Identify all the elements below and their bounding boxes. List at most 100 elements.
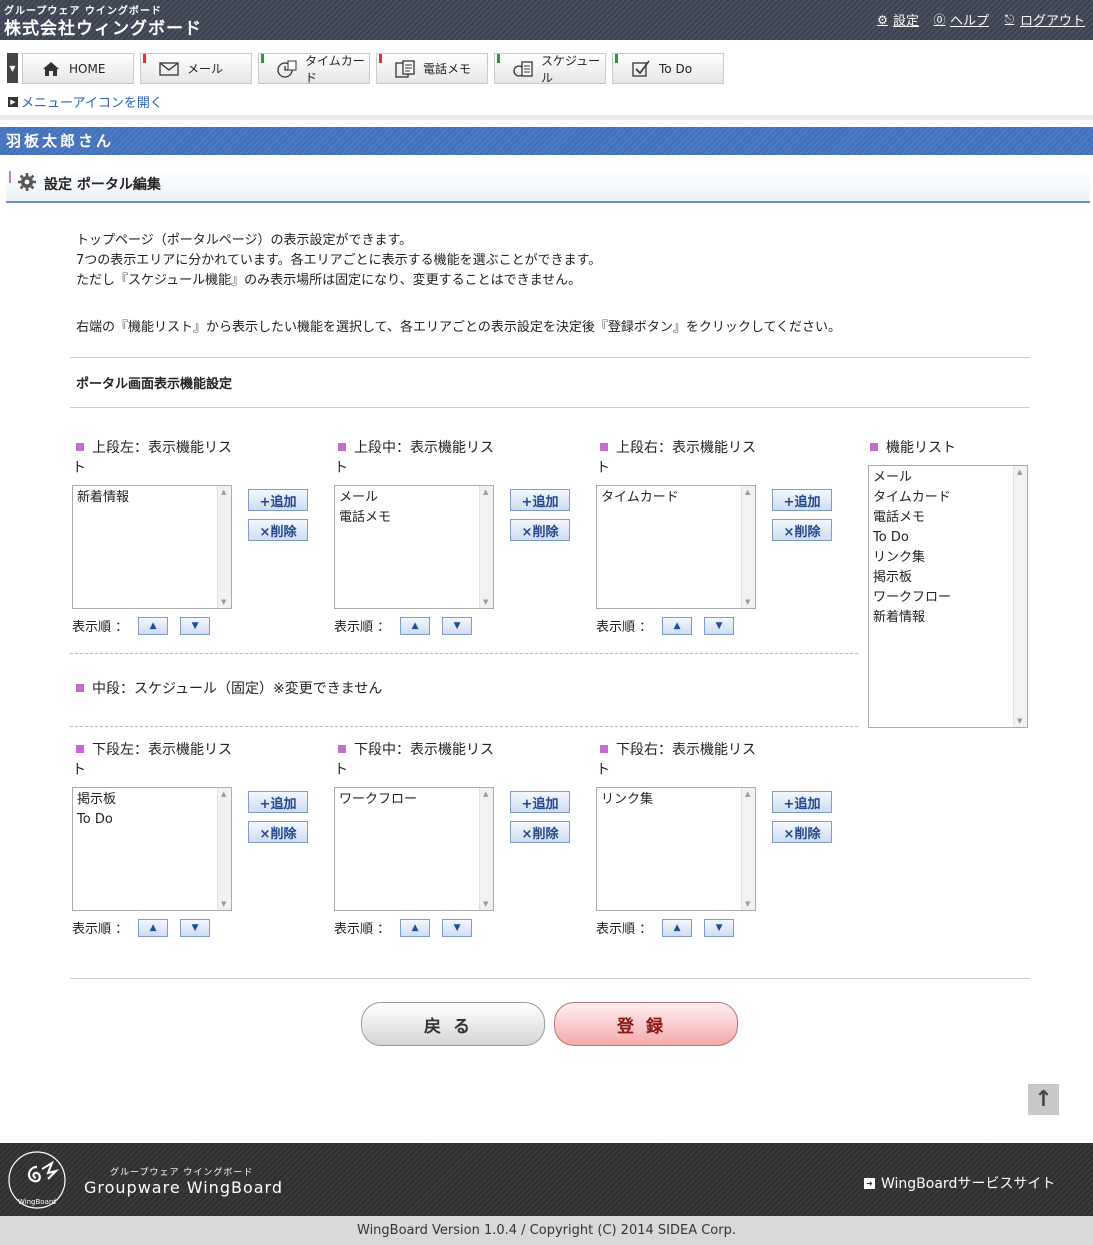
list-item[interactable]: 新着情報 (77, 488, 227, 508)
list-item[interactable]: メール (339, 488, 489, 508)
timecard-icon (277, 60, 297, 78)
function-list-item[interactable]: 掲示板 (873, 568, 1023, 588)
function-list-item[interactable]: ワークフロー (873, 588, 1023, 608)
area-lower-left: 下段左：表示機能リスト 掲示板 To Do ▲ ▼ +追加 ×削除 表示順 ： ▲… (72, 740, 308, 937)
lower-left-add-button[interactable]: +追加 (248, 791, 308, 813)
function-list-items: メール タイムカード 電話メモ To Do リンク集 掲示板 ワークフロー 新着… (869, 466, 1027, 630)
lower-left-list[interactable]: 掲示板 To Do ▲ ▼ (72, 787, 232, 911)
order-up-button[interactable]: ▲ (400, 616, 431, 635)
scrollbar[interactable]: ▲ ▼ (1013, 466, 1027, 727)
todo-status-mark (615, 54, 618, 63)
area-label-text: 上段右：表示機能リスト (596, 440, 756, 476)
scroll-down-icon: ▼ (221, 900, 227, 908)
upper-left-list[interactable]: 新着情報 ▲ ▼ (72, 485, 232, 609)
scroll-down-icon: ▼ (745, 900, 751, 908)
todo-button[interactable]: To Do (612, 53, 724, 84)
scroll-to-top-button[interactable]: ↑ (1028, 1084, 1059, 1115)
mail-button[interactable]: メール (140, 53, 252, 84)
phone-memo-status-mark (379, 54, 382, 63)
area-label-text: 上段中：表示機能リスト (334, 440, 494, 476)
scrollbar[interactable]: ▲ ▼ (741, 486, 755, 608)
logout-link[interactable]: ⎋ ログアウト (1003, 10, 1085, 29)
timecard-button[interactable]: タイムカード (258, 53, 370, 85)
function-list-item[interactable]: タイムカード (873, 488, 1023, 508)
scroll-down-icon: ▼ (483, 598, 489, 606)
submit-button[interactable]: 登録 (554, 1002, 738, 1046)
upper-center-list[interactable]: メール 電話メモ ▲ ▼ (334, 485, 494, 609)
order-up-button[interactable]: ▲ (138, 918, 169, 937)
function-list-item[interactable]: To Do (873, 528, 1023, 548)
order-label: 表示順 ： (72, 620, 129, 635)
upper-right-add-button[interactable]: +追加 (772, 489, 832, 511)
area-label: 下段中：表示機能リスト (334, 740, 499, 780)
brand-title: 株式会社ウィングボード (4, 19, 202, 39)
lower-center-add-button[interactable]: +追加 (510, 791, 570, 813)
area-label-text: 下段中：表示機能リスト (334, 742, 494, 778)
list-item[interactable]: リンク集 (601, 790, 751, 810)
help-link[interactable]: ⓪ ヘルプ (933, 10, 989, 29)
order-controls: 表示順 ： ▲ ▼ (596, 918, 735, 937)
scrollbar[interactable]: ▲ ▼ (479, 788, 493, 910)
list-item[interactable]: ワークフロー (339, 790, 489, 810)
order-up-button[interactable]: ▲ (662, 918, 693, 937)
portal-settings-heading: ポータル画面表示機能設定 (76, 377, 233, 392)
description-line-2: 7つの表示エリアに分かれています。各エリアごとに表示する機能を選ぶことができます… (76, 253, 602, 268)
help-icon: ⓪ (933, 13, 946, 27)
function-list-item[interactable]: 電話メモ (873, 508, 1023, 528)
order-down-button[interactable]: ▼ (442, 918, 473, 937)
function-list-label-text: 機能リスト (886, 440, 956, 456)
lower-left-delete-button[interactable]: ×削除 (248, 821, 308, 843)
order-down-button[interactable]: ▼ (704, 616, 735, 635)
list-item[interactable]: 電話メモ (339, 508, 489, 528)
description-line-3: ただし『スケジュール機能』のみ表示場所は固定になり、変更することはできません。 (76, 273, 582, 288)
function-list-item[interactable]: 新着情報 (873, 608, 1023, 628)
order-down-button[interactable]: ▼ (180, 616, 211, 635)
scroll-up-icon: ▲ (745, 790, 751, 798)
scrollbar[interactable]: ▲ ▼ (217, 486, 231, 608)
scroll-up-icon: ▲ (1017, 468, 1023, 476)
function-list-item[interactable]: メール (873, 468, 1023, 488)
settings-link[interactable]: ⚙ 設定 (876, 10, 919, 30)
upper-right-delete-button[interactable]: ×削除 (772, 519, 832, 541)
scrollbar[interactable]: ▲ ▼ (741, 788, 755, 910)
function-list-area: 機能リスト メール タイムカード 電話メモ To Do リンク集 掲示板 ワーク… (868, 438, 1033, 728)
header-links: ⚙ 設定 ⓪ ヘルプ ⎋ ログアウト (876, 10, 1085, 29)
schedule-button-label: スケジュール (541, 53, 601, 85)
order-label: 表示順 ： (596, 620, 653, 635)
list-items: ワークフロー (335, 788, 493, 812)
back-button[interactable]: 戻る (361, 1002, 545, 1046)
lower-center-delete-button[interactable]: ×削除 (510, 821, 570, 843)
scrollbar[interactable]: ▲ ▼ (479, 486, 493, 608)
order-up-button[interactable]: ▲ (400, 918, 431, 937)
upper-right-list[interactable]: タイムカード ▲ ▼ (596, 485, 756, 609)
lower-center-list[interactable]: ワークフロー ▲ ▼ (334, 787, 494, 911)
order-down-button[interactable]: ▼ (442, 616, 473, 635)
lower-right-add-button[interactable]: +追加 (772, 791, 832, 813)
order-down-button[interactable]: ▼ (180, 918, 211, 937)
divider (70, 357, 1030, 358)
scrollbar[interactable]: ▲ ▼ (217, 788, 231, 910)
service-site-link[interactable]: ➜ WingBoardサービスサイト (864, 1173, 1055, 1193)
schedule-button[interactable]: スケジュール (494, 53, 606, 85)
phone-memo-button-label: 電話メモ (423, 62, 472, 76)
order-down-button[interactable]: ▼ (704, 918, 735, 937)
list-item[interactable]: To Do (77, 810, 227, 830)
lower-right-delete-button[interactable]: ×削除 (772, 821, 832, 843)
scroll-up-icon: ▲ (745, 488, 751, 496)
function-list-item[interactable]: リンク集 (873, 548, 1023, 568)
function-list[interactable]: メール タイムカード 電話メモ To Do リンク集 掲示板 ワークフロー 新着… (868, 465, 1028, 728)
phone-memo-button[interactable]: 電話メモ (376, 53, 488, 84)
list-item[interactable]: 掲示板 (77, 790, 227, 810)
upper-left-delete-button[interactable]: ×削除 (248, 519, 308, 541)
upper-center-delete-button[interactable]: ×削除 (510, 519, 570, 541)
home-button[interactable]: HOME (22, 53, 134, 84)
open-menu-icons-link[interactable]: ▶ メニューアイコンを開く (8, 92, 163, 111)
order-up-button[interactable]: ▲ (662, 616, 693, 635)
list-item[interactable]: タイムカード (601, 488, 751, 508)
upper-center-add-button[interactable]: +追加 (510, 489, 570, 511)
order-up-button[interactable]: ▲ (138, 616, 169, 635)
lower-right-list[interactable]: リンク集 ▲ ▼ (596, 787, 756, 911)
timecard-button-label: タイムカード (305, 53, 365, 85)
upper-left-add-button[interactable]: +追加 (248, 489, 308, 511)
toolbar-toggle[interactable]: ▼ (7, 53, 18, 83)
